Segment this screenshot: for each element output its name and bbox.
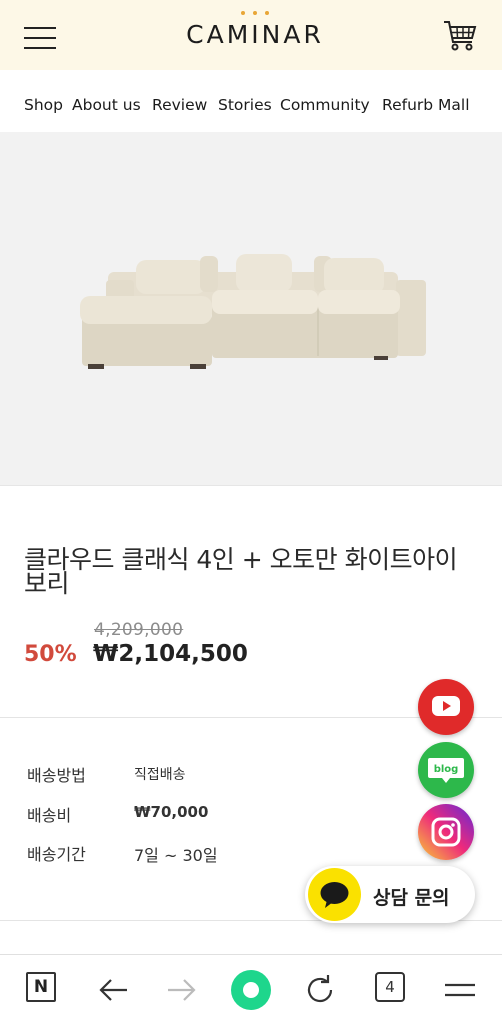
sofa-image (80, 254, 426, 369)
logo-dots (150, 11, 360, 19)
shipping-period-label: 배송기간 (27, 845, 86, 864)
shipping-fee-label: 배송비 (27, 806, 72, 825)
menu-icon[interactable] (442, 972, 478, 1008)
product-image[interactable] (0, 132, 502, 486)
refresh-icon[interactable] (302, 972, 338, 1008)
logo-text: CAMINAR (186, 20, 324, 49)
nav-item-community[interactable]: Community (280, 96, 370, 114)
blog-icon-text: blog (434, 764, 459, 775)
tab-count: 4 (375, 972, 405, 1002)
blog-icon: blog (428, 758, 464, 783)
site-header: CAMINAR (0, 0, 502, 70)
consult-button[interactable]: 상담 문의 (305, 866, 475, 923)
shipping-method-value: 직접배송 (134, 767, 186, 783)
back-arrow-icon[interactable] (97, 972, 133, 1008)
youtube-button[interactable] (418, 679, 474, 735)
browser-bottom-bar: N 4 (0, 954, 502, 1024)
menu-icon[interactable] (24, 25, 56, 49)
nav-item-review[interactable]: Review (152, 96, 207, 114)
nav-item-about-us[interactable]: About us (72, 96, 141, 114)
shipping-period-value: 7일 ~ 30일 (134, 846, 218, 865)
tabs-button[interactable]: 4 (375, 972, 411, 1008)
consult-label: 상담 문의 (373, 887, 450, 909)
instagram-icon (431, 817, 461, 847)
naver-icon: N (26, 972, 56, 1002)
original-price: 4,209,000 (94, 620, 184, 640)
blog-button[interactable]: blog (418, 742, 474, 798)
naver-home-button[interactable]: N (26, 972, 62, 1008)
nav-item-shop[interactable]: Shop (24, 96, 63, 114)
youtube-icon (432, 696, 460, 716)
kakao-chat-icon (308, 868, 361, 921)
shipping-method-label: 배송방법 (27, 766, 86, 785)
product-title: 클라우드 클래식 4인 + 오토만 화이트아이보리 (24, 545, 458, 598)
shipping-fee-value: ₩70,000 (134, 803, 209, 821)
nav-item-refurb-mall[interactable]: Refurb Mall (382, 96, 470, 114)
forward-arrow-icon[interactable] (164, 972, 200, 1008)
discount-rate: 50% (24, 642, 77, 667)
home-button-icon[interactable] (230, 969, 272, 1011)
nav-item-stories[interactable]: Stories (218, 96, 272, 114)
cart-icon[interactable] (442, 18, 478, 52)
logo[interactable]: CAMINAR (150, 6, 360, 62)
main-nav: Shop About us Review Stories Community R… (0, 70, 502, 132)
instagram-button[interactable] (418, 804, 474, 860)
sale-price: ₩2,104,500 (93, 641, 248, 667)
